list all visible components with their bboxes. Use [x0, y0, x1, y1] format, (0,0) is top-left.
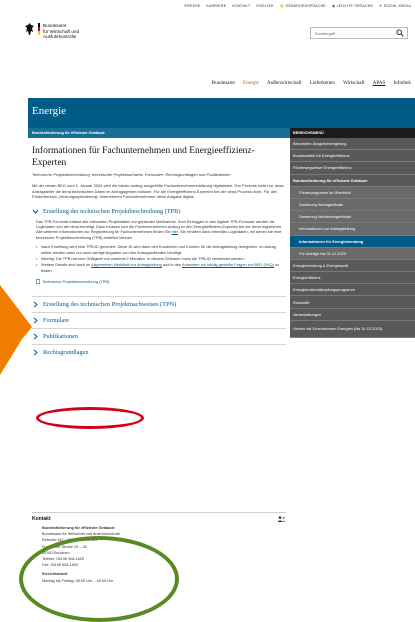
utility-link-sozial-media[interactable]: ✦ SOZIAL MEDIA [379, 4, 411, 12]
utility-link-karriere[interactable]: KARRIERE [206, 4, 226, 12]
accordion-label: Erstellung der technischen Projektbeschr… [43, 207, 181, 215]
contact-title: Kontakt [32, 516, 51, 522]
search-icon[interactable] [396, 29, 404, 37]
accordion-label: Erstellung des technischen Projektnachwe… [43, 301, 177, 309]
menu-item[interactable]: Energieberatung & Energieaudit [290, 260, 415, 273]
merkblatt-link[interactable]: Allgemeinen Merkblatt zur Antragstellung [91, 262, 162, 267]
menu-item[interactable]: Besonders Ausgleichsregelung [290, 138, 415, 151]
section-title: Energie [32, 105, 67, 117]
annotation-circle-red [36, 407, 144, 429]
menu-item[interactable]: Förderwegweiser Energieeffizienz [290, 162, 415, 175]
chevron-down-icon [32, 209, 39, 214]
document-link-label: Technische Projektbeschreibung (TPB) [42, 279, 110, 285]
nav-item-apas[interactable]: APAS [373, 80, 386, 86]
accordion-rechtsgrundlagen[interactable]: Rechtsgrundlagen [32, 344, 286, 360]
nav-item-lieferketten[interactable]: Lieferketten [310, 80, 335, 86]
accordion-list: Erstellung des technischen Projektnachwe… [32, 296, 286, 360]
nav-item-energie[interactable]: Energie [243, 80, 259, 86]
menu-item[interactable]: Rohstoffe [290, 296, 415, 309]
menu-item[interactable]: Energiekostendämpfungsprogramm [290, 284, 415, 297]
annotation-arrow-icon [0, 285, 32, 375]
annotation-circle-green [19, 536, 179, 622]
accordion-label: Formulare [43, 317, 70, 325]
bafa-logo[interactable]: Bundesamt für Wirtschaft und Ausfuhrkont… [25, 23, 105, 51]
page-lead: Technische Projektbeschreibung, technisc… [32, 172, 231, 177]
menu-item[interactable]: Bundesförderung für effiziente Gebäude [290, 175, 415, 187]
section-menu-header: BEREICHSMENÜ [290, 128, 415, 138]
faq-link[interactable]: Antworten auf häufig gestellte Fragen zu… [182, 262, 274, 267]
menu-item[interactable]: Bundesstelle für Energieeffizienz [290, 150, 415, 163]
utility-link-gebaerdensprache[interactable]: ✋ GEBÄRDENSPRACHE [280, 4, 326, 12]
tpb-bullet-list: Nach Erstellung wird eine TPB-ID generie… [36, 244, 286, 273]
logo-line: Ausfuhrkontrolle [43, 34, 77, 40]
list-item-text: Weitere Details sind auch im [41, 262, 91, 268]
accordion-tpb-body: Das TPB-Formular erfasst alle relevanten… [32, 219, 286, 285]
menu-item[interactable]: Sanierung Wohngebäude [290, 198, 415, 212]
menu-item[interactable]: Förderprogramm im Überblick [290, 186, 415, 199]
book-icon: ◉ [332, 4, 336, 8]
utility-link-label: GEBÄRDENSPRACHE [285, 4, 327, 8]
menu-item[interactable]: Informationen zur Antragstellung [290, 223, 415, 236]
chevron-right-icon [33, 333, 38, 340]
utility-link-english[interactable]: ENGLISH [256, 4, 273, 12]
menu-item[interactable]: Informationen für Energieberatung [290, 235, 415, 248]
logo-wordmark: Bundesamt für Wirtschaft und Ausfuhrkont… [43, 23, 79, 51]
nav-item-bundesamt[interactable]: Bundesamt [212, 80, 235, 86]
breadcrumb: Bundesförderung für effiziente Gebäude [28, 128, 290, 138]
accordion-tpn[interactable]: Erstellung des technischen Projektnachwe… [32, 296, 286, 312]
menu-item[interactable]: Energieeffizienz [290, 272, 415, 285]
menu-item[interactable]: Veranstaltungen [290, 309, 415, 321]
nav-item-infothek[interactable]: Infothek [393, 80, 411, 86]
tpb-paragraph: Das TPB-Formular erfasst alle relevanten… [36, 218, 283, 240]
utility-link-leichte-sprache[interactable]: ◉ LEICHTE SPRACHE [332, 4, 373, 12]
accordion-label: Publikationen [43, 333, 78, 341]
menu-item[interactable]: Heizen mit Erneuerbaren Energien (bis 31… [290, 321, 415, 338]
document-icon [36, 279, 40, 285]
section-menu: BEREICHSMENÜ Besonders Ausgleichsregelun… [290, 128, 415, 338]
list-item-text: und in den [162, 262, 182, 268]
nav-item-aussenwirtschaft[interactable]: Außenwirtschaft [267, 80, 302, 86]
section-banner: Energie [28, 98, 415, 128]
utility-link-label: SOZIAL MEDIA [383, 4, 411, 8]
menu-item[interactable]: Sanierung Nichtwohngebäude [290, 211, 415, 224]
accordion-publikationen[interactable]: Publikationen [32, 328, 286, 344]
bird-icon: ✦ [379, 4, 383, 8]
menu-item[interactable]: Für Anträge bis 31.12.2023 [290, 247, 415, 260]
contact-header: Kontakt [32, 516, 286, 522]
accordion-tpb[interactable]: Erstellung der technischen Projektbeschr… [32, 208, 286, 215]
federal-eagle-icon [25, 23, 34, 35]
main-nav: Bundesamt Energie Außenwirtschaft Liefer… [212, 80, 411, 86]
list-item: Nach Erstellung wird eine TPB-ID generie… [36, 244, 286, 255]
tpb-document-link[interactable]: Technische Projektbeschreibung (TPB) [36, 279, 286, 284]
list-item: Weitere Details sind auch im Allgemeinen… [36, 262, 286, 273]
page-title: Informationen für Fachunternehmen und En… [32, 146, 255, 168]
search-placeholder: Suchbegriff [315, 30, 336, 36]
chevron-right-icon [33, 317, 38, 324]
registration-link[interactable]: hier [172, 229, 178, 234]
utility-link-label: LEICHTE SPRACHE [336, 4, 374, 8]
utility-link-presse[interactable]: PRESSE [185, 4, 201, 12]
people-icon [277, 516, 286, 522]
utility-nav: PRESSE KARRIERE KONTAKT ENGLISH ✋ GEBÄRD… [185, 4, 411, 12]
breadcrumb-label[interactable]: Bundesförderung für effiziente Gebäude [32, 131, 105, 135]
intro-paragraph: Mit der neuen BEG zum 1. Januar 2024 wir… [32, 183, 284, 200]
chevron-right-icon [33, 349, 38, 356]
utility-link-kontakt[interactable]: KONTAKT [232, 4, 250, 12]
search-input[interactable]: Suchbegriff [310, 27, 408, 39]
accordion-formulare[interactable]: Formulare [32, 312, 286, 328]
section-menu-list: Besonders Ausgleichsregelung Bundesstelle… [290, 138, 415, 338]
list-item: Wichtig: Die TPB hat eine Gültigkeit von… [36, 256, 286, 262]
hand-icon: ✋ [279, 4, 285, 8]
accordion-label: Rechtsgrundlagen [43, 349, 89, 357]
nav-item-wirtschaft[interactable]: Wirtschaft [343, 80, 365, 86]
german-flag-icon [38, 23, 40, 35]
main-content: Informationen für Fachunternehmen und En… [32, 146, 286, 360]
chevron-right-icon [33, 301, 38, 308]
